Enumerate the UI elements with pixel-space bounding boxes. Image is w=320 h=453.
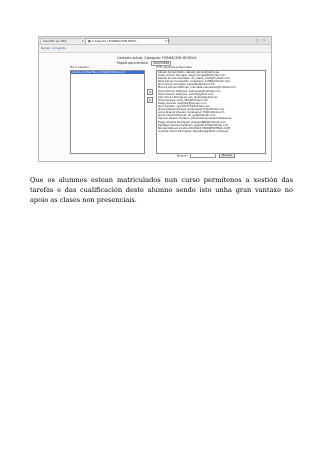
new-tab-icon[interactable]: + — [167, 38, 170, 43]
list-item[interactable]: Alumno Cortés Bas, Cortés@hotmail.com — [71, 71, 144, 75]
list-item[interactable]: Lourdes Álvaro Rodríguez, lalvedique@ala… — [157, 130, 265, 133]
browser-tab[interactable]: Inscribir en UTA × — [40, 38, 86, 44]
existing-users-label: Há 1 usuario — [70, 65, 90, 69]
search-button[interactable]: Buscar — [219, 153, 236, 158]
existing-users-list[interactable]: Alumno Cortés Bas, Cortés@hotmail.com — [70, 70, 145, 154]
potential-users-label: 275 usuarios potenciais — [156, 65, 192, 69]
body-paragraph: Que os alumnos estean matriculados nun c… — [30, 175, 293, 204]
breadcrumb: Rañal › proyecto — [41, 45, 66, 52]
breadcrumb-current[interactable]: proyecto — [53, 46, 66, 50]
tab-label: ▦ A Saguila | FORMACIÓN MOIS... — [88, 39, 139, 43]
assign-roles-panel: Contexto actual: Categoría: FORMACIÓN MO… — [39, 53, 271, 161]
search-input[interactable] — [190, 153, 217, 158]
breadcrumb-separator: › — [50, 46, 52, 50]
breadcrumb-link[interactable]: Rañal — [41, 46, 49, 50]
potential-users-list[interactable]: Abuelo Alonso Rubio, abuelo_alonso@yahoo… — [156, 70, 266, 154]
embedded-screenshot: Inscribir en UTA × ▦ A Saguila | FORMACI… — [38, 36, 272, 162]
close-window-icon[interactable]: × — [263, 38, 266, 43]
minimize-icon[interactable]: – — [249, 38, 251, 43]
tab-label: Inscribir en UTA — [43, 39, 67, 43]
add-user-button[interactable]: ◂ — [147, 89, 153, 95]
role-label: Papeis para atribuír — [117, 61, 149, 65]
search-label: Buscar — [177, 153, 188, 158]
browser-tab-active[interactable]: ▦ A Saguila | FORMACIÓN MOIS... × — [85, 38, 169, 44]
browser-tab-bar: Inscribir en UTA × ▦ A Saguila | FORMACI… — [39, 37, 271, 45]
close-icon[interactable]: × — [81, 39, 84, 44]
context-text: Contexto actual: Categoría: FORMACIÓN MO… — [117, 56, 197, 60]
breadcrumb-bar: Rañal › proyecto — [39, 45, 271, 53]
remove-user-button[interactable]: ▸ — [147, 97, 153, 103]
maximize-icon[interactable]: □ — [256, 38, 259, 43]
search-row: Buscar Buscar — [177, 153, 236, 158]
